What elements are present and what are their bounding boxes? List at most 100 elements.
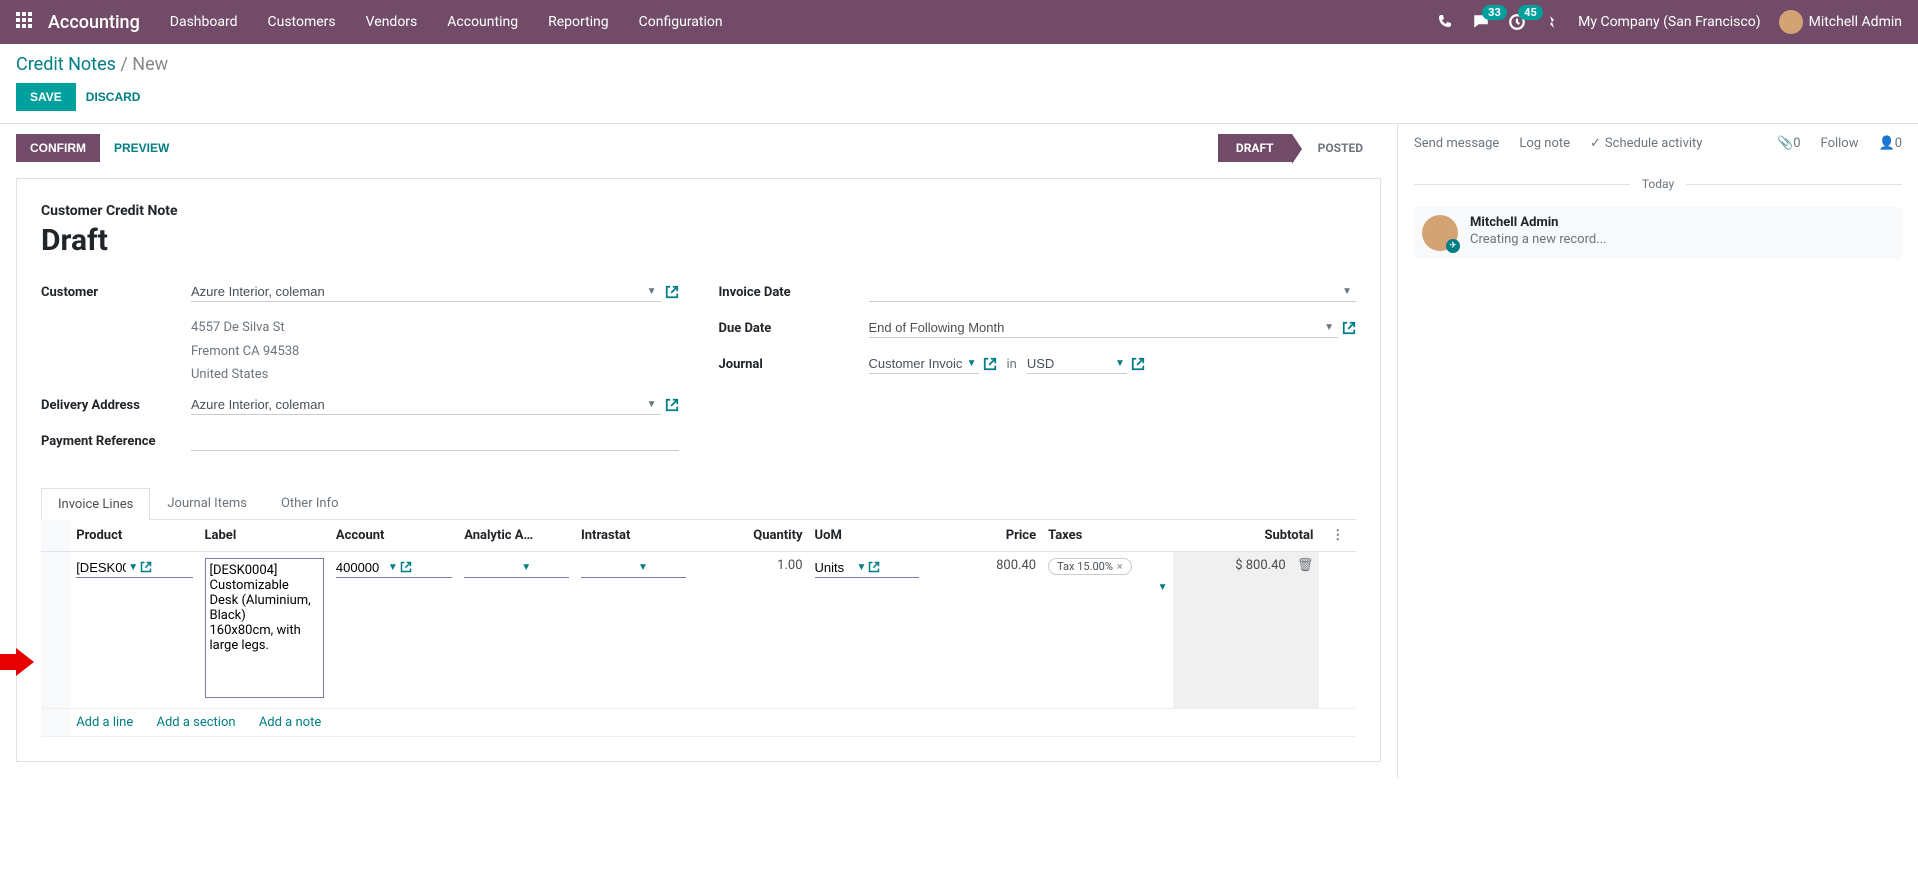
discard-button[interactable]: DISCARD — [86, 83, 141, 111]
chevron-down-icon[interactable]: ▼ — [521, 562, 531, 573]
add-line-link[interactable]: Add a line — [76, 715, 133, 730]
currency-input[interactable] — [1027, 354, 1127, 374]
tax-tag[interactable]: Tax 15.00%× — [1048, 558, 1132, 575]
chevron-down-icon[interactable]: ▼ — [857, 562, 867, 573]
chevron-down-icon[interactable]: ▼ — [1158, 582, 1168, 593]
external-link-icon[interactable] — [140, 561, 152, 573]
breadcrumb-root[interactable]: Credit Notes — [16, 54, 116, 75]
customer-input[interactable] — [191, 282, 661, 302]
subtotal-value: $ 800.40 — [1235, 558, 1286, 573]
chevron-down-icon[interactable]: ▼ — [967, 358, 977, 369]
chevron-down-icon[interactable]: ▼ — [647, 399, 657, 410]
menu-customers[interactable]: Customers — [268, 14, 336, 30]
tab-journal-items[interactable]: Journal Items — [150, 487, 264, 519]
messages-icon[interactable]: 33 — [1472, 13, 1490, 31]
main-menu: Dashboard Customers Vendors Accounting R… — [170, 14, 723, 30]
tab-invoice-lines[interactable]: Invoice Lines — [41, 488, 150, 520]
breadcrumb: Credit Notes / New — [16, 54, 1902, 75]
table-row: ▼ [DESK0004] Customizable Desk (Aluminiu… — [41, 551, 1356, 708]
schedule-activity-button[interactable]: ✓Schedule activity — [1590, 136, 1702, 151]
label-textarea[interactable]: [DESK0004] Customizable Desk (Aluminium,… — [205, 558, 324, 698]
chevron-down-icon[interactable]: ▼ — [1324, 322, 1334, 333]
preview-button[interactable]: PREVIEW — [100, 134, 183, 162]
delivery-input[interactable] — [191, 395, 661, 415]
th-product[interactable]: Product — [70, 520, 198, 552]
chevron-down-icon[interactable]: ▼ — [638, 562, 648, 573]
menu-dashboard[interactable]: Dashboard — [170, 14, 238, 30]
th-taxes[interactable]: Taxes — [1042, 520, 1173, 552]
person-icon: 👤 — [1879, 136, 1895, 151]
trash-icon[interactable]: 🗑 — [1297, 558, 1314, 573]
breadcrumb-current: New — [132, 54, 168, 75]
annotation-arrow-icon — [0, 648, 34, 676]
th-label[interactable]: Label — [199, 520, 330, 552]
analytic-input[interactable] — [464, 560, 519, 575]
followers-count[interactable]: 👤0 — [1879, 136, 1903, 151]
journal-input[interactable] — [869, 354, 979, 374]
th-uom[interactable]: UoM — [809, 520, 926, 552]
payment-ref-input[interactable] — [191, 431, 679, 451]
tab-other-info[interactable]: Other Info — [264, 487, 356, 519]
label-invoice-date: Invoice Date — [719, 282, 869, 300]
th-subtotal[interactable]: Subtotal — [1173, 520, 1319, 552]
debug-icon[interactable] — [1544, 14, 1560, 30]
log-note-button[interactable]: Log note — [1519, 136, 1570, 151]
table-options-icon[interactable]: ⋮ — [1319, 520, 1356, 552]
th-quantity[interactable]: Quantity — [692, 520, 809, 552]
activities-icon[interactable]: 45 — [1508, 13, 1526, 31]
user-menu[interactable]: Mitchell Admin — [1779, 10, 1902, 34]
address-street: 4557 De Silva St — [191, 318, 285, 338]
external-link-icon[interactable] — [868, 561, 880, 573]
price-value[interactable]: 800.40 — [996, 558, 1036, 573]
uom-input[interactable] — [815, 560, 855, 575]
paperclip-icon: 📎 — [1777, 136, 1793, 151]
attachments-count[interactable]: 📎0 — [1777, 136, 1801, 151]
chevron-down-icon[interactable]: ▼ — [647, 286, 657, 297]
phone-icon[interactable] — [1438, 14, 1454, 30]
journal-in-text: in — [1007, 357, 1017, 372]
chevron-down-icon[interactable]: ▼ — [388, 562, 398, 573]
send-message-button[interactable]: Send message — [1414, 136, 1499, 151]
product-input[interactable] — [76, 560, 126, 575]
app-brand[interactable]: Accounting — [48, 12, 140, 33]
chevron-down-icon[interactable]: ▼ — [128, 562, 138, 573]
message-author[interactable]: Mitchell Admin — [1470, 215, 1607, 230]
confirm-button[interactable]: CONFIRM — [16, 134, 100, 162]
menu-accounting[interactable]: Accounting — [447, 14, 518, 30]
chevron-down-icon[interactable]: ▼ — [1115, 358, 1125, 369]
th-intrastat[interactable]: Intrastat — [575, 520, 692, 552]
th-analytic[interactable]: Analytic A… — [458, 520, 575, 552]
stage-posted[interactable]: POSTED — [1292, 134, 1381, 162]
external-link-icon[interactable] — [983, 357, 997, 371]
label-journal: Journal — [719, 354, 869, 372]
label-payment-ref: Payment Reference — [41, 431, 191, 449]
intrastat-input[interactable] — [581, 560, 636, 575]
menu-vendors[interactable]: Vendors — [366, 14, 418, 30]
company-selector[interactable]: My Company (San Francisco) — [1578, 14, 1760, 30]
stage-draft[interactable]: DRAFT — [1218, 134, 1292, 162]
external-link-icon[interactable] — [665, 398, 679, 412]
messages-badge: 33 — [1482, 5, 1507, 20]
save-button[interactable]: SAVE — [16, 83, 76, 111]
external-link-icon[interactable] — [400, 561, 412, 573]
account-input[interactable] — [336, 560, 386, 575]
external-link-icon[interactable] — [1131, 357, 1145, 371]
add-section-link[interactable]: Add a section — [156, 715, 235, 730]
invoice-date-input[interactable] — [869, 282, 1357, 302]
external-link-icon[interactable] — [1342, 321, 1356, 335]
menu-reporting[interactable]: Reporting — [548, 14, 609, 30]
label-due-date: Due Date — [719, 318, 869, 336]
menu-configuration[interactable]: Configuration — [639, 14, 723, 30]
due-date-input[interactable] — [869, 318, 1339, 338]
th-account[interactable]: Account — [330, 520, 458, 552]
th-price[interactable]: Price — [925, 520, 1042, 552]
quantity-value[interactable]: 1.00 — [777, 558, 802, 573]
external-link-icon[interactable] — [665, 285, 679, 299]
remove-tag-icon[interactable]: × — [1117, 560, 1123, 573]
chevron-down-icon[interactable]: ▼ — [1342, 286, 1352, 297]
chatter-today-separator: Today — [1630, 177, 1686, 191]
follow-button[interactable]: Follow — [1821, 136, 1859, 151]
add-note-link[interactable]: Add a note — [259, 715, 321, 730]
activities-badge: 45 — [1518, 5, 1543, 20]
apps-icon[interactable] — [16, 12, 36, 32]
